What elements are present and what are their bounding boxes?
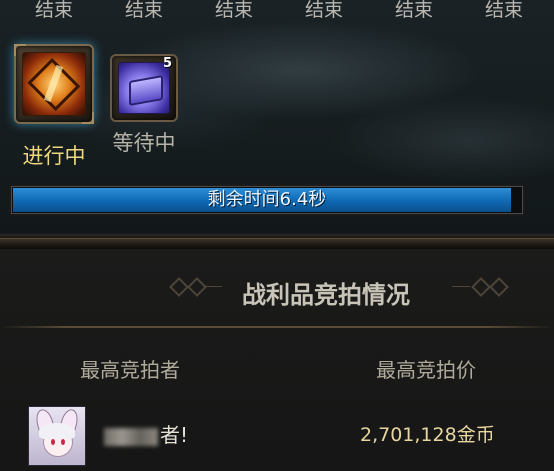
top-bidder-name: 者!	[104, 420, 188, 450]
status-label: 结束	[34, 0, 73, 21]
status-label: 结束	[304, 0, 343, 21]
title-ornament-right	[452, 276, 509, 297]
timer-text: 剩余时间6.4秒	[207, 189, 327, 210]
slot-status-waiting: 等待中	[112, 131, 176, 155]
item-count-badge: 5	[162, 56, 172, 71]
title-underline	[0, 326, 554, 328]
loot-slot-waiting[interactable]: 5	[110, 54, 178, 122]
bidder-name-text: 者!	[160, 423, 189, 447]
status-label: 结束	[484, 0, 523, 21]
top-bid-amount: 2,701,128金币	[360, 424, 495, 446]
auction-title: 战利品竞拍情况	[242, 280, 410, 309]
treasure-chest-icon	[22, 52, 86, 116]
panel-divider	[0, 238, 554, 249]
redacted-name	[104, 427, 158, 446]
status-label: 结束	[214, 0, 253, 21]
column-header-top-price: 最高竞拍价	[376, 358, 476, 382]
column-header-top-bidder: 最高竞拍者	[80, 358, 180, 382]
status-label: 结束	[394, 0, 433, 21]
status-row: 结束 结束 结束 结束 结束 结束	[0, 0, 554, 24]
loot-slot-active[interactable]	[14, 44, 94, 124]
slot-status-active: 进行中	[22, 144, 86, 168]
loot-roll-panel: 结束 结束 结束 结束 结束 结束 5 进行中 等待中 剩余时间6.4秒	[0, 0, 554, 240]
status-label: 结束	[124, 0, 163, 21]
countdown-timer-bar: 剩余时间6.4秒	[9, 184, 525, 216]
bidder-avatar	[28, 406, 86, 466]
